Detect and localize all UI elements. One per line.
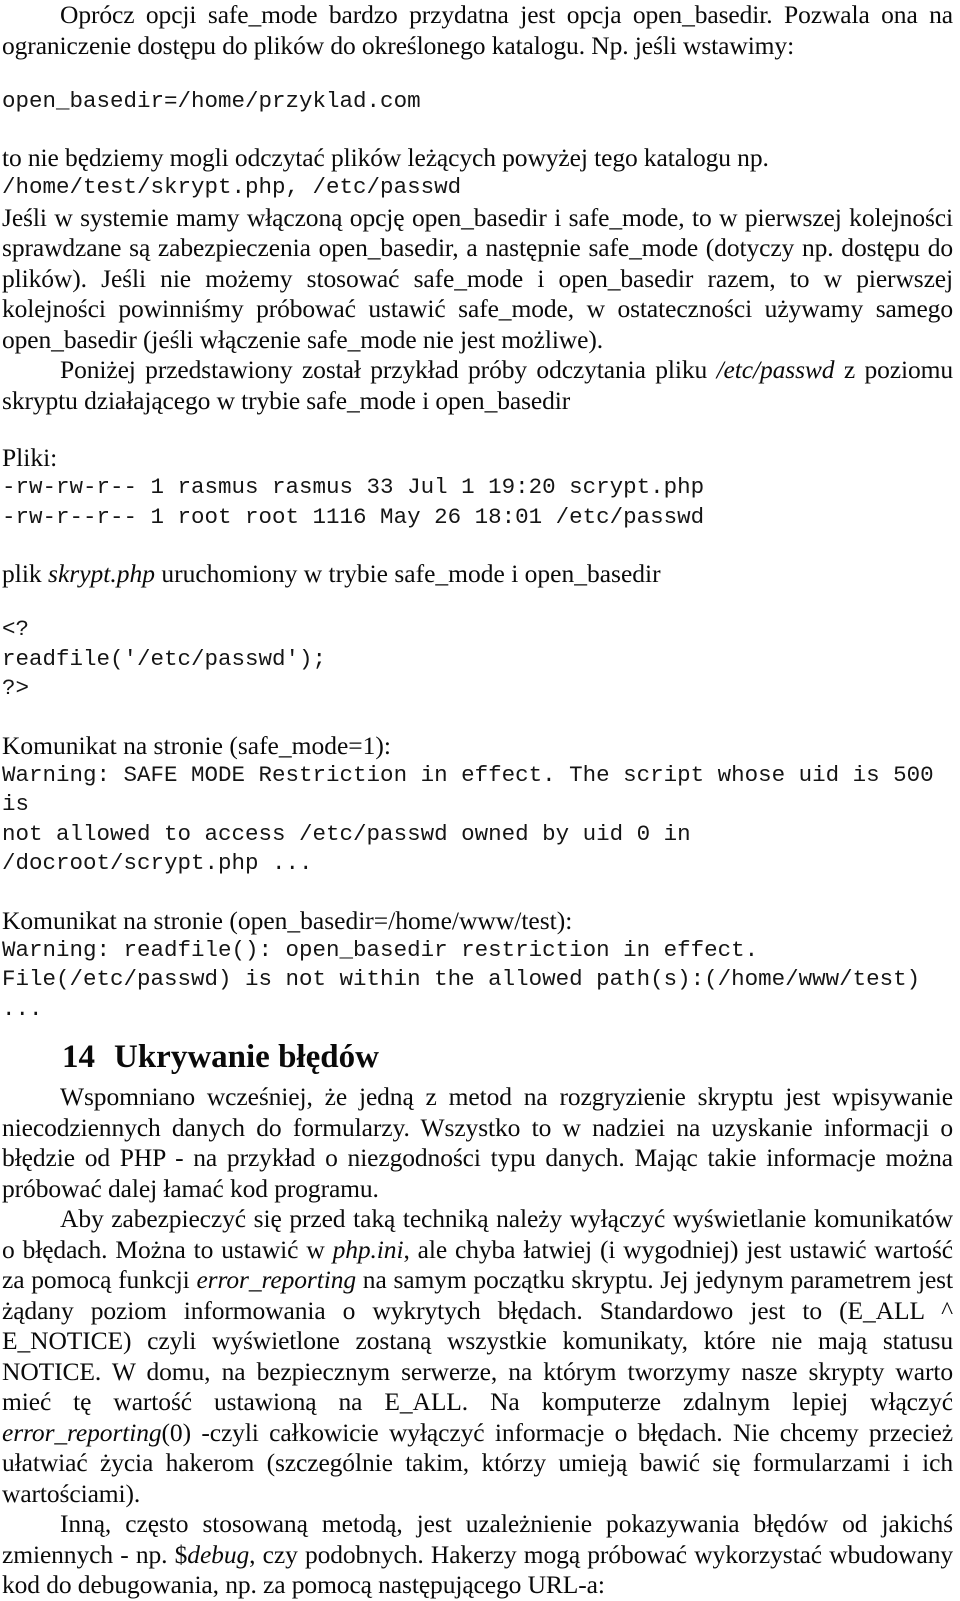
section-heading: 14 Ukrywanie błędów [0,1037,960,1077]
file-listing-line-scrypt: -rw-rw-r-- 1 rasmus rasmus 33 Jul 1 19:2… [2,474,705,500]
code-php-close-tag: ?> [2,675,30,701]
paragraph-hiding-errors-intro: Wspomniano wcześniej, że jedną z metod n… [2,1082,953,1203]
code-php-readfile: readfile('/etc/passwd'); [2,645,327,672]
warning-safe-mode-line-1: Warning: SAFE MODE Restriction in effect… [2,761,948,818]
caption-text-before: plik [2,559,49,588]
code-open-basedir-setting: open_basedir=/home/przyklad.com [2,88,421,114]
warning-safe-mode-line-2: not allowed to access /etc/passwd owned … [2,820,705,877]
section-title: Ukrywanie błędów [114,1039,379,1075]
italic-etc-passwd: /etc/passwd [716,355,835,384]
code-php-open-tag: <? [2,616,30,642]
italic-php-ini: php.ini [332,1234,404,1264]
label-pliki: Pliki: [2,443,58,472]
paragraph-order-of-checks: Jeśli w systemie mamy włączoną opcję ope… [2,202,953,354]
paragraph-error-reporting: Aby zabezpieczyć się przed taką techniką… [0,1204,960,1509]
paragraph-debug-variable: Inną, często stosowaną metodą, jest uzal… [0,1509,960,1601]
italic-debug: debug [187,1539,250,1569]
warning-open-basedir-line-1: Warning: readfile(): open_basedir restri… [2,936,759,963]
italic-skrypt-php: skrypt.php [48,559,155,588]
paragraph-open-basedir-intro: Oprócz opcji safe_mode bardzo przydatna … [2,0,953,60]
section-number: 14 [62,1039,95,1075]
label-komunikat-open-basedir: Komunikat na stronie (open_basedir=/home… [2,905,573,935]
document-page: Oprócz opcji safe_mode bardzo przydatna … [0,0,960,1599]
text-before-italic: Poniżej przedstawiony został przykład pr… [60,355,717,384]
italic-error-reporting-2: error_reporting [2,1417,162,1447]
italic-error-reporting-1: error_reporting [196,1265,356,1294]
paragraph-example-intro: Poniżej przedstawiony został przykład pr… [0,355,960,416]
code-example-paths: /home/test/skrypt.php, /etc/passwd [2,174,462,200]
file-listing-line-passwd: -rw-r--r-- 1 root root 1116 May 26 18:01… [2,503,705,530]
caption-skrypt-php: plik skrypt.php uruchomiony w trybie saf… [0,558,960,589]
paragraph-above-catalog: to nie będziemy mogli odczytać plików le… [2,142,769,172]
caption-text-after: uruchomiony w trybie safe_mode i open_ba… [155,559,661,588]
label-komunikat-safe-mode: Komunikat na stronie (safe_mode=1): [2,730,391,760]
warning-open-basedir-line-2: File(/etc/passwd) is not within the allo… [2,966,934,1022]
